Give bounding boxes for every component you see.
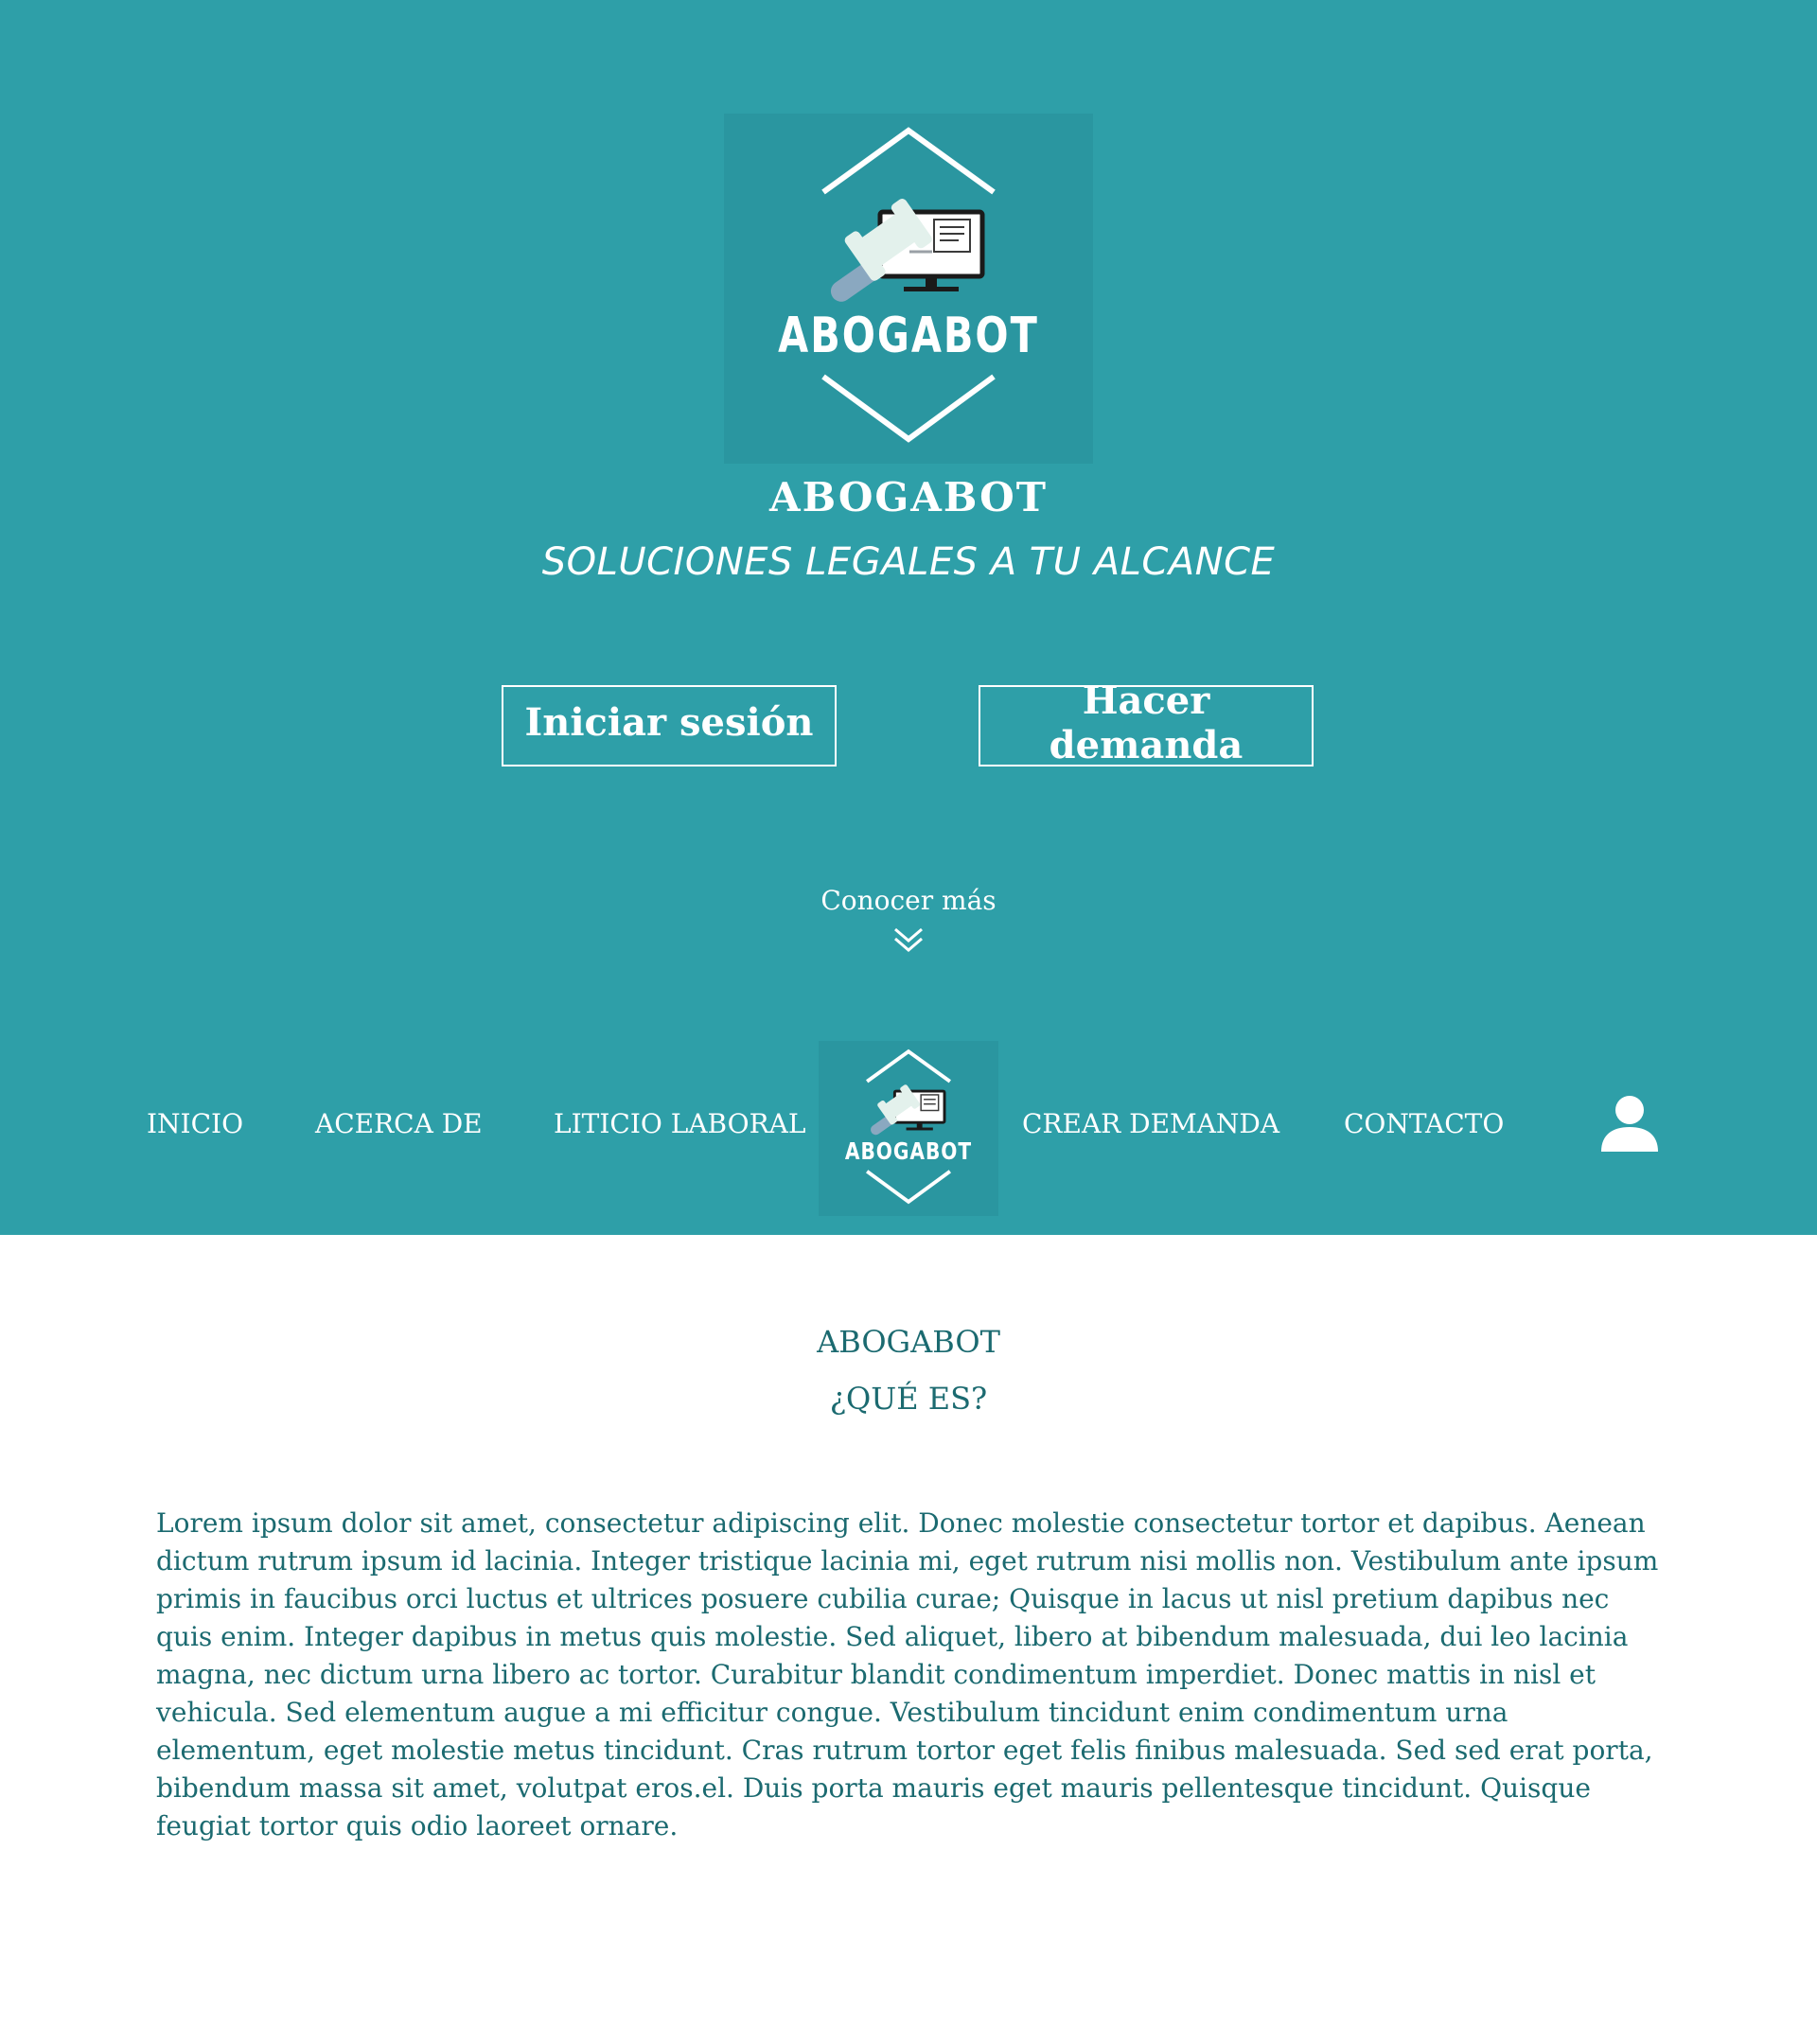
about-body-text: Lorem ipsum dolor sit amet, consectetur … bbox=[156, 1507, 1659, 1841]
nav-item-inicio[interactable]: INICIO bbox=[147, 1105, 243, 1143]
hero-section: ABOGABOT ABOGABOT SOLUCIONES LEGALES A T… bbox=[0, 0, 1817, 1235]
nav-item-litigio-laboral[interactable]: LITICIO LABORAL bbox=[554, 1105, 806, 1143]
about-subtitle: ¿QUÉ ES? bbox=[829, 1381, 988, 1417]
about-title: ABOGABOT bbox=[817, 1324, 1000, 1360]
logo-wordmark: ABOGABOT bbox=[778, 308, 1039, 364]
logo-mark bbox=[866, 1048, 951, 1205]
nav-item-crear-demanda[interactable]: CREAR DEMANDA bbox=[1022, 1105, 1279, 1143]
logo-mark bbox=[821, 127, 996, 443]
nav-logo[interactable]: ABOGABOT bbox=[819, 1041, 998, 1216]
user-icon[interactable] bbox=[1599, 1093, 1660, 1154]
hero-tagline: SOLUCIONES LEGALES A TU ALCANCE bbox=[541, 540, 1276, 584]
nav-item-acerca-de[interactable]: ACERCA DE bbox=[315, 1105, 483, 1143]
learn-more-link[interactable]: Conocer más bbox=[719, 880, 1098, 975]
make-demand-button[interactable]: Hacer demanda bbox=[979, 678, 1314, 767]
hero-title: ABOGABOT bbox=[768, 474, 1049, 520]
login-button[interactable]: Iniciar sesión bbox=[502, 685, 837, 766]
nav-item-contacto[interactable]: CONTACTO bbox=[1344, 1105, 1504, 1143]
nav-logo-wordmark: ABOGABOT bbox=[845, 1137, 972, 1166]
double-chevron-down-icon bbox=[894, 927, 923, 952]
hero-logo: ABOGABOT bbox=[724, 114, 1093, 464]
learn-more-label: Conocer más bbox=[820, 885, 997, 916]
